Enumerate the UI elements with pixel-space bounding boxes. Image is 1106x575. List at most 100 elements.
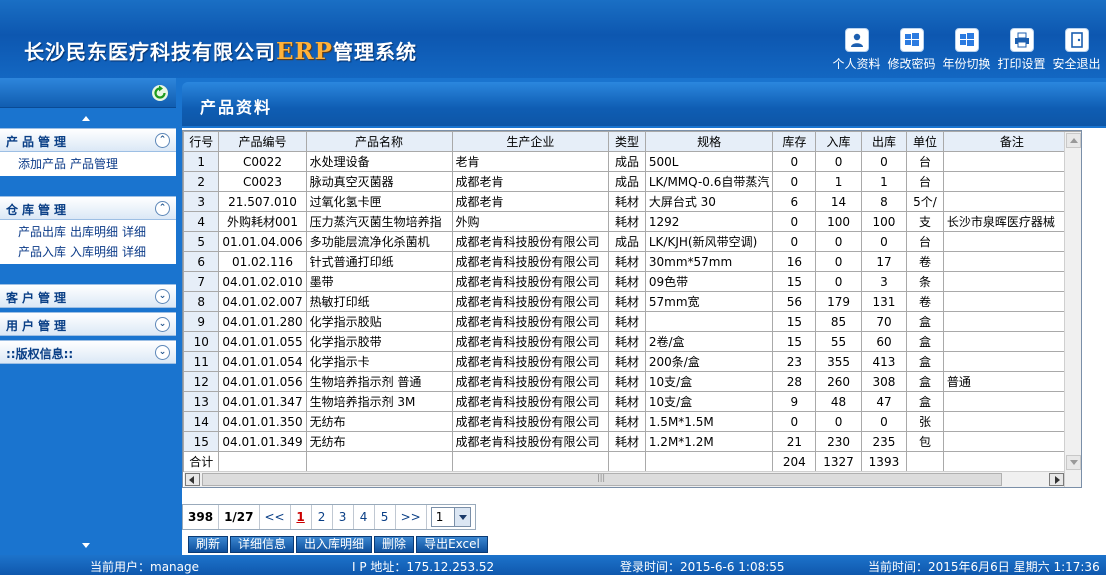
tool-year-switch[interactable]: 年份切换: [939, 28, 994, 72]
link-inbound-more[interactable]: 详细: [122, 245, 146, 259]
column-header[interactable]: 入库: [815, 131, 862, 152]
tool-print-settings[interactable]: 打印设置: [994, 28, 1049, 72]
column-header[interactable]: 备注: [942, 131, 1081, 152]
collapse-up-icon[interactable]: ⌃: [155, 201, 170, 216]
table-cell: 耗材: [608, 191, 646, 212]
column-header[interactable]: 类型: [608, 131, 646, 152]
refresh-button[interactable]: 刷新: [188, 536, 229, 553]
column-header[interactable]: 单位: [906, 131, 944, 152]
table-row[interactable]: 2 C0023 脉动真空灭菌器 成都老肯 成品 LK/MMQ-0.6自带蒸汽 0 1 1 台: [183, 171, 1081, 192]
page-link-5[interactable]: 5: [375, 505, 396, 529]
expand-down-icon[interactable]: ⌄: [155, 317, 170, 332]
menu-copyright-info[interactable]: ::版权信息:: ⌄: [0, 340, 176, 364]
refresh-icon[interactable]: [151, 84, 169, 102]
page-link-3[interactable]: 3: [333, 505, 354, 529]
app-title-erp: ERP: [276, 38, 333, 65]
horizontal-scrollbar[interactable]: [184, 471, 1064, 487]
table-cell: 化学指示卡: [305, 351, 453, 372]
chevron-down-icon[interactable]: [453, 508, 470, 526]
product-grid: 行号 产品编号 产品名称 生产企业 类型 规格 库存 入库 出库 单位 备注 1 C0022 水处理设备…: [182, 130, 1082, 488]
table-cell: 盒: [906, 371, 944, 392]
page-link-4[interactable]: 4: [354, 505, 375, 529]
tool-change-password[interactable]: 修改密码: [884, 28, 939, 72]
table-cell: 15: [772, 271, 817, 292]
scroll-down-icon[interactable]: [1066, 455, 1081, 470]
table-row[interactable]: 3 21.507.010 过氧化氢卡匣 成都老肯 耗材 大屏台式 30 6 14 8 5个/: [183, 191, 1081, 212]
table-row[interactable]: 6 01.02.116 针式普通打印纸 成都老肯科技股份有限公司 耗材 30mm*57mm…: [183, 251, 1081, 272]
scroll-up-icon[interactable]: [1066, 133, 1081, 148]
link-product-outbound[interactable]: 产品出库: [18, 225, 66, 239]
column-header[interactable]: 库存: [772, 131, 817, 152]
row-number: 6: [183, 251, 220, 272]
table-cell: 01.01.04.006: [218, 231, 307, 252]
table-row[interactable]: 5 01.01.04.006 多功能层流净化杀菌机 成都老肯科技股份有限公司 成品 LK/…: [183, 231, 1081, 252]
table-row[interactable]: 1 C0022 水处理设备 老肯 成品 500L 0 0 0 台: [183, 151, 1081, 172]
detail-button[interactable]: 详细信息: [230, 536, 295, 553]
table-row[interactable]: 13 04.01.01.347 生物培养指示剂 3M 成都老肯科技股份有限公司 耗材 10…: [183, 391, 1081, 412]
column-header[interactable]: 产品名称: [305, 131, 453, 152]
app-header: 长沙民东医疗科技有限公司ERP管理系统 个人资料 修改密码 年份切换 打印设置: [0, 0, 1106, 78]
first-page-button[interactable]: <<: [260, 505, 291, 529]
total-cell: 204: [772, 451, 817, 472]
export-excel-button[interactable]: 导出Excel: [416, 536, 488, 553]
table-cell: 耗材: [608, 211, 646, 232]
link-product-inbound[interactable]: 产品入库: [18, 245, 66, 259]
app-title-system: 管理系统: [332, 40, 417, 64]
menu-customer-management[interactable]: 客户管理 ⌄: [0, 284, 176, 308]
table-row[interactable]: 4 外购耗材001 压力蒸汽灭菌生物培养指 外购 耗材 1292 0 100 100 支长沙市泉晖…: [183, 211, 1081, 232]
menu-warehouse-management[interactable]: 仓库管理 ⌃: [0, 196, 176, 220]
table-row[interactable]: 15 04.01.01.349 无纺布 成都老肯科技股份有限公司 耗材 1.2M*1.2M…: [183, 431, 1081, 452]
table-cell: 308: [860, 371, 908, 392]
table-cell: 盒: [906, 311, 944, 332]
table-cell: 无纺布: [305, 431, 453, 452]
column-header[interactable]: 出库: [860, 131, 908, 152]
scroll-thumb[interactable]: [202, 473, 1002, 486]
table-row[interactable]: 14 04.01.01.350 无纺布 成都老肯科技股份有限公司 耗材 1.5M*1.5M…: [183, 411, 1081, 432]
scroll-right-icon[interactable]: [1049, 473, 1064, 486]
link-inbound-detail[interactable]: 入库明细: [70, 245, 118, 259]
table-row[interactable]: 9 04.01.01.280 化学指示胶贴 成都老肯科技股份有限公司 耗材 15 85 70 盒: [183, 311, 1081, 332]
row-number: 1: [183, 151, 220, 172]
table-cell: 30mm*57mm: [644, 251, 774, 272]
table-cell: 耗材: [608, 371, 646, 392]
page-select[interactable]: 1: [430, 507, 471, 527]
link-outbound-detail[interactable]: 出库明细: [70, 225, 118, 239]
row-number: 2: [183, 171, 220, 192]
table-row[interactable]: 11 04.01.01.054 化学指示卡 成都老肯科技股份有限公司 耗材 200条/盒 2…: [183, 351, 1081, 372]
link-add-product[interactable]: 添加产品: [18, 157, 66, 171]
total-label: 合计: [183, 451, 220, 472]
column-header[interactable]: 生产企业: [451, 131, 610, 152]
total-cell: [305, 451, 453, 472]
column-header[interactable]: 行号: [183, 131, 220, 152]
link-outbound-more[interactable]: 详细: [122, 225, 146, 239]
scroll-left-icon[interactable]: [185, 473, 200, 486]
tool-logout[interactable]: 安全退出: [1049, 28, 1104, 72]
sidebar-scroll-up-icon[interactable]: [0, 108, 176, 128]
table-row[interactable]: 12 04.01.01.056 生物培养指示剂 普通 成都老肯科技股份有限公司 耗材 10…: [183, 371, 1081, 392]
tool-profile[interactable]: 个人资料: [829, 28, 884, 72]
page-link-1[interactable]: 1: [291, 505, 312, 529]
expand-down-icon[interactable]: ⌄: [155, 289, 170, 304]
link-product-management[interactable]: 产品管理: [70, 157, 118, 171]
vertical-scrollbar[interactable]: [1064, 132, 1081, 487]
table-cell: 成品: [608, 171, 646, 192]
menu-product-management[interactable]: 产品管理 ⌃: [0, 128, 176, 152]
table-row[interactable]: 7 04.01.02.010 墨带 成都老肯科技股份有限公司 耗材 09色带 15 0 3 条: [183, 271, 1081, 292]
table-cell: 大屏台式 30: [644, 191, 774, 212]
collapse-up-icon[interactable]: ⌃: [155, 133, 170, 148]
sidebar-scroll-down-icon[interactable]: [0, 537, 176, 555]
table-row[interactable]: 10 04.01.01.055 化学指示胶带 成都老肯科技股份有限公司 耗材 2卷/盒 15…: [183, 331, 1081, 352]
column-header[interactable]: 产品编号: [218, 131, 307, 152]
expand-down-icon[interactable]: ⌄: [155, 345, 170, 360]
next-page-button[interactable]: >>: [396, 505, 427, 529]
table-row[interactable]: 8 04.01.02.007 热敏打印纸 成都老肯科技股份有限公司 耗材 57mm宽 56 1…: [183, 291, 1081, 312]
table-cell: 老肯: [451, 151, 610, 172]
table-cell: 04.01.01.347: [218, 391, 307, 412]
table-cell: 235: [860, 431, 908, 452]
menu-user-management[interactable]: 用户管理 ⌄: [0, 312, 176, 336]
table-cell: 1292: [644, 211, 774, 232]
delete-button[interactable]: 删除: [374, 536, 415, 553]
page-link-2[interactable]: 2: [312, 505, 333, 529]
column-header[interactable]: 规格: [644, 131, 774, 152]
inout-detail-button[interactable]: 出入库明细: [296, 536, 373, 553]
